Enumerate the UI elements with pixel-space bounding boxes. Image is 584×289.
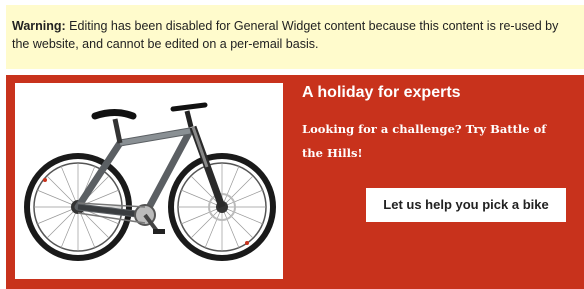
warning-message: Editing has been disabled for General Wi…	[12, 19, 559, 51]
pick-bike-button[interactable]: Let us help you pick a bike	[366, 188, 566, 222]
promo-headline: A holiday for experts	[302, 84, 461, 101]
bike-icon	[24, 102, 276, 261]
promo-body: Looking for a challenge? Try Battle of t…	[302, 122, 547, 160]
bike-photo	[15, 83, 283, 279]
general-widget: A holiday for experts Looking for a chal…	[6, 75, 584, 289]
warning-label: Warning:	[12, 19, 66, 33]
warning-banner: Warning: Editing has been disabled for G…	[6, 5, 584, 69]
